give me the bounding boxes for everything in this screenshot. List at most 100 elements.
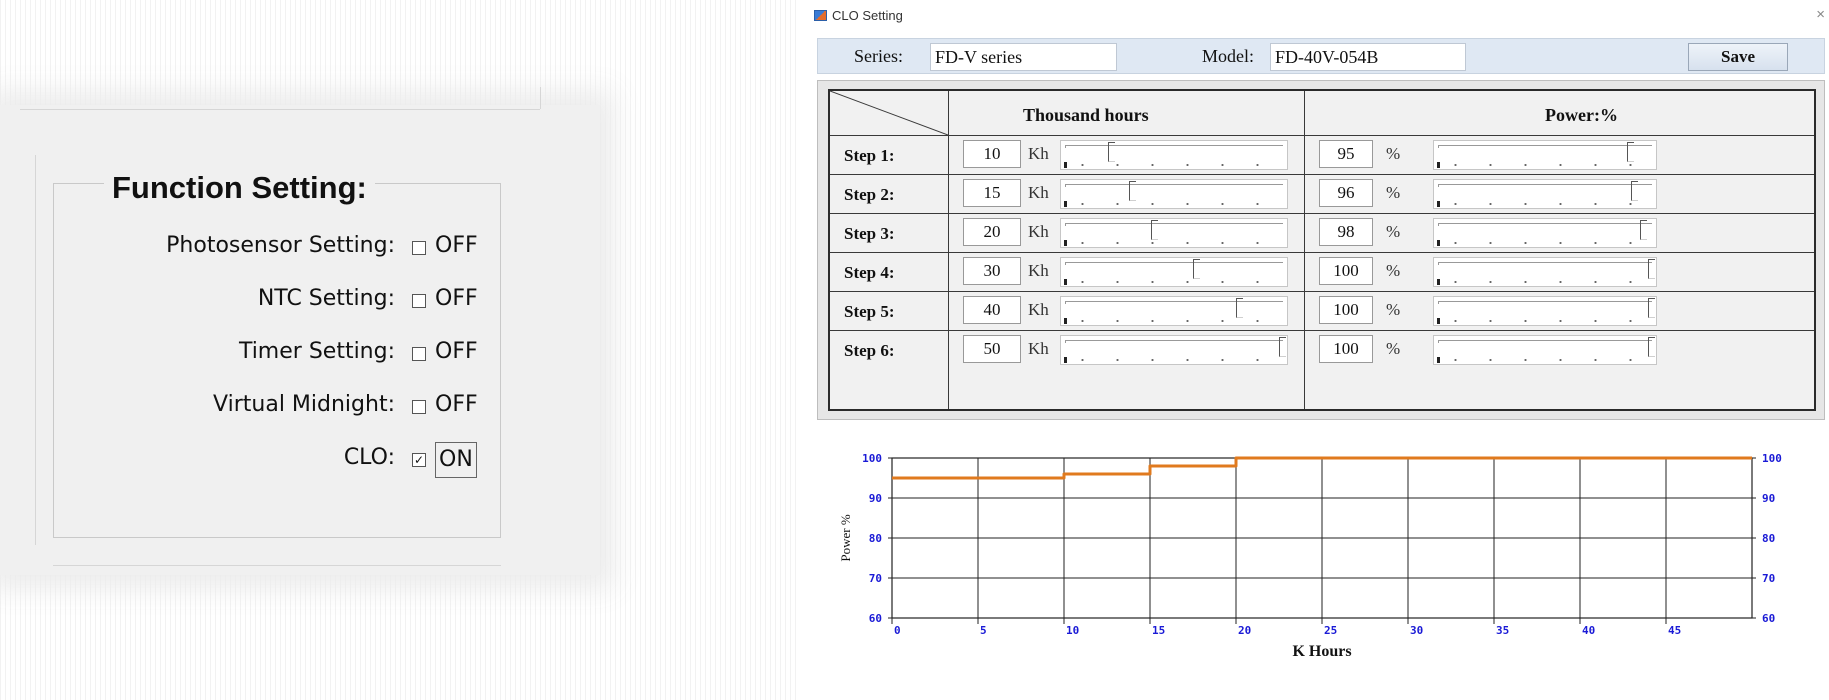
slider-ticks — [1438, 163, 1652, 167]
slider-thumb[interactable] — [1129, 181, 1137, 201]
slider-ticks — [1065, 319, 1283, 323]
x-tick-label: 20 — [1238, 624, 1251, 637]
power-input[interactable]: 100 — [1319, 257, 1373, 285]
slider-thumb[interactable] — [1236, 298, 1244, 318]
x-tick-label: 45 — [1668, 624, 1681, 637]
thousand-hours-header: Thousand hours — [1023, 105, 1149, 125]
slider-ticks — [1438, 319, 1652, 323]
hours-slider[interactable] — [1060, 335, 1288, 365]
slider-ticks — [1065, 202, 1283, 206]
step-table-panel: Thousand hours Power:% Step 1: 10 Kh 95% Ste… — [817, 80, 1825, 420]
hours-input[interactable]: 15 — [963, 179, 1021, 207]
clo-checkbox[interactable]: ✓ — [412, 453, 426, 467]
power-input[interactable]: 98 — [1319, 218, 1373, 246]
step-label: Step 5: — [844, 302, 895, 321]
clo-state: ON — [435, 442, 477, 478]
slider-min-mark — [1437, 279, 1440, 285]
header-bar: Series: FD-V series Model: FD-40V-054B S… — [817, 38, 1825, 74]
power-slider[interactable] — [1433, 218, 1657, 248]
power-input[interactable]: 100 — [1319, 335, 1373, 363]
slider-thumb[interactable] — [1193, 259, 1201, 279]
hours-slider[interactable] — [1060, 140, 1288, 170]
power-input[interactable]: 100 — [1319, 296, 1373, 324]
series-field[interactable]: FD-V series — [930, 43, 1117, 71]
power-slider[interactable] — [1433, 140, 1657, 170]
timer-state: OFF — [435, 339, 478, 364]
model-field[interactable]: FD-40V-054B — [1270, 43, 1466, 71]
slider-thumb[interactable] — [1648, 259, 1655, 279]
slider-min-mark — [1437, 240, 1440, 246]
power-slider[interactable] — [1433, 257, 1657, 287]
ntc-checkbox[interactable] — [412, 294, 426, 308]
timer-setting-row: Timer Setting: OFF — [54, 335, 502, 375]
slider-track — [1065, 184, 1283, 187]
power-slider[interactable] — [1433, 335, 1657, 365]
slider-min-mark — [1437, 357, 1440, 363]
slider-min-mark — [1064, 240, 1067, 246]
step-label: Step 1: — [844, 146, 895, 165]
hours-unit: Kh — [1028, 300, 1049, 319]
y-tick-label-left: 70 — [869, 572, 882, 585]
divider — [830, 213, 1814, 214]
hours-unit: Kh — [1028, 222, 1049, 241]
slider-track — [1438, 301, 1652, 304]
hours-input[interactable]: 10 — [963, 140, 1021, 168]
save-button[interactable]: Save — [1688, 43, 1788, 71]
slider-thumb[interactable] — [1639, 220, 1647, 240]
hours-input[interactable]: 50 — [963, 335, 1021, 363]
slider-ticks — [1438, 202, 1652, 206]
power-slider[interactable] — [1433, 296, 1657, 326]
y-tick-label-right: 90 — [1762, 492, 1775, 505]
divider — [830, 291, 1814, 292]
hours-slider[interactable] — [1060, 179, 1288, 209]
slider-min-mark — [1064, 318, 1067, 324]
power-chart-svg: 0 5 10 15 20 25 30 35 40 45 100 100 90 90 80 80 70 70 60 60… — [838, 452, 1782, 660]
series-label: Series: — [854, 46, 903, 66]
timer-checkbox[interactable] — [412, 347, 426, 361]
slider-min-mark — [1437, 318, 1440, 324]
hours-input[interactable]: 40 — [963, 296, 1021, 324]
y-tick-label-right: 70 — [1762, 572, 1775, 585]
slider-thumb[interactable] — [1279, 337, 1286, 357]
power-input[interactable]: 95 — [1319, 140, 1373, 168]
slider-track — [1438, 184, 1652, 187]
hours-slider[interactable] — [1060, 218, 1288, 248]
power-unit: % — [1386, 300, 1401, 319]
y-tick-label-left: 100 — [862, 452, 882, 465]
y-tick-label-left: 60 — [869, 612, 882, 625]
slider-ticks — [1438, 241, 1652, 245]
window-title: CLO Setting — [832, 8, 903, 23]
photosensor-setting-row: Photosensor Setting: OFF — [54, 229, 502, 269]
divider — [53, 565, 501, 566]
close-icon[interactable]: × — [1816, 6, 1825, 23]
step-label: Step 6: — [844, 341, 895, 360]
x-tick-label: 35 — [1496, 624, 1509, 637]
slider-thumb[interactable] — [1107, 142, 1115, 162]
step-label: Step 2: — [844, 185, 895, 204]
virtual-midnight-checkbox[interactable] — [412, 400, 426, 414]
virtual-midnight-row: Virtual Midnight: OFF — [54, 388, 502, 428]
slider-min-mark — [1064, 162, 1067, 168]
power-slider[interactable] — [1433, 179, 1657, 209]
hours-input[interactable]: 20 — [963, 218, 1021, 246]
slider-thumb[interactable] — [1627, 142, 1634, 162]
function-setting-panel: Function Setting: Photosensor Setting: O… — [0, 87, 600, 575]
y-tick-label-left: 80 — [869, 532, 882, 545]
virtual-midnight-label: Virtual Midnight: — [213, 392, 395, 417]
virtual-midnight-state: OFF — [435, 392, 478, 417]
hours-slider[interactable] — [1060, 296, 1288, 326]
photosensor-setting-label: Photosensor Setting: — [166, 233, 395, 258]
photosensor-state: OFF — [435, 233, 478, 258]
hours-input[interactable]: 30 — [963, 257, 1021, 285]
table-corner-diagonal — [830, 91, 948, 135]
divider — [830, 135, 1814, 136]
power-input[interactable]: 96 — [1319, 179, 1373, 207]
divider — [830, 174, 1814, 175]
slider-thumb[interactable] — [1648, 298, 1655, 318]
slider-thumb[interactable] — [1648, 337, 1655, 357]
hours-slider[interactable] — [1060, 257, 1288, 287]
slider-thumb[interactable] — [1631, 181, 1639, 201]
photosensor-checkbox[interactable] — [412, 241, 426, 255]
y-tick-label-right: 80 — [1762, 532, 1775, 545]
slider-thumb[interactable] — [1150, 220, 1158, 240]
